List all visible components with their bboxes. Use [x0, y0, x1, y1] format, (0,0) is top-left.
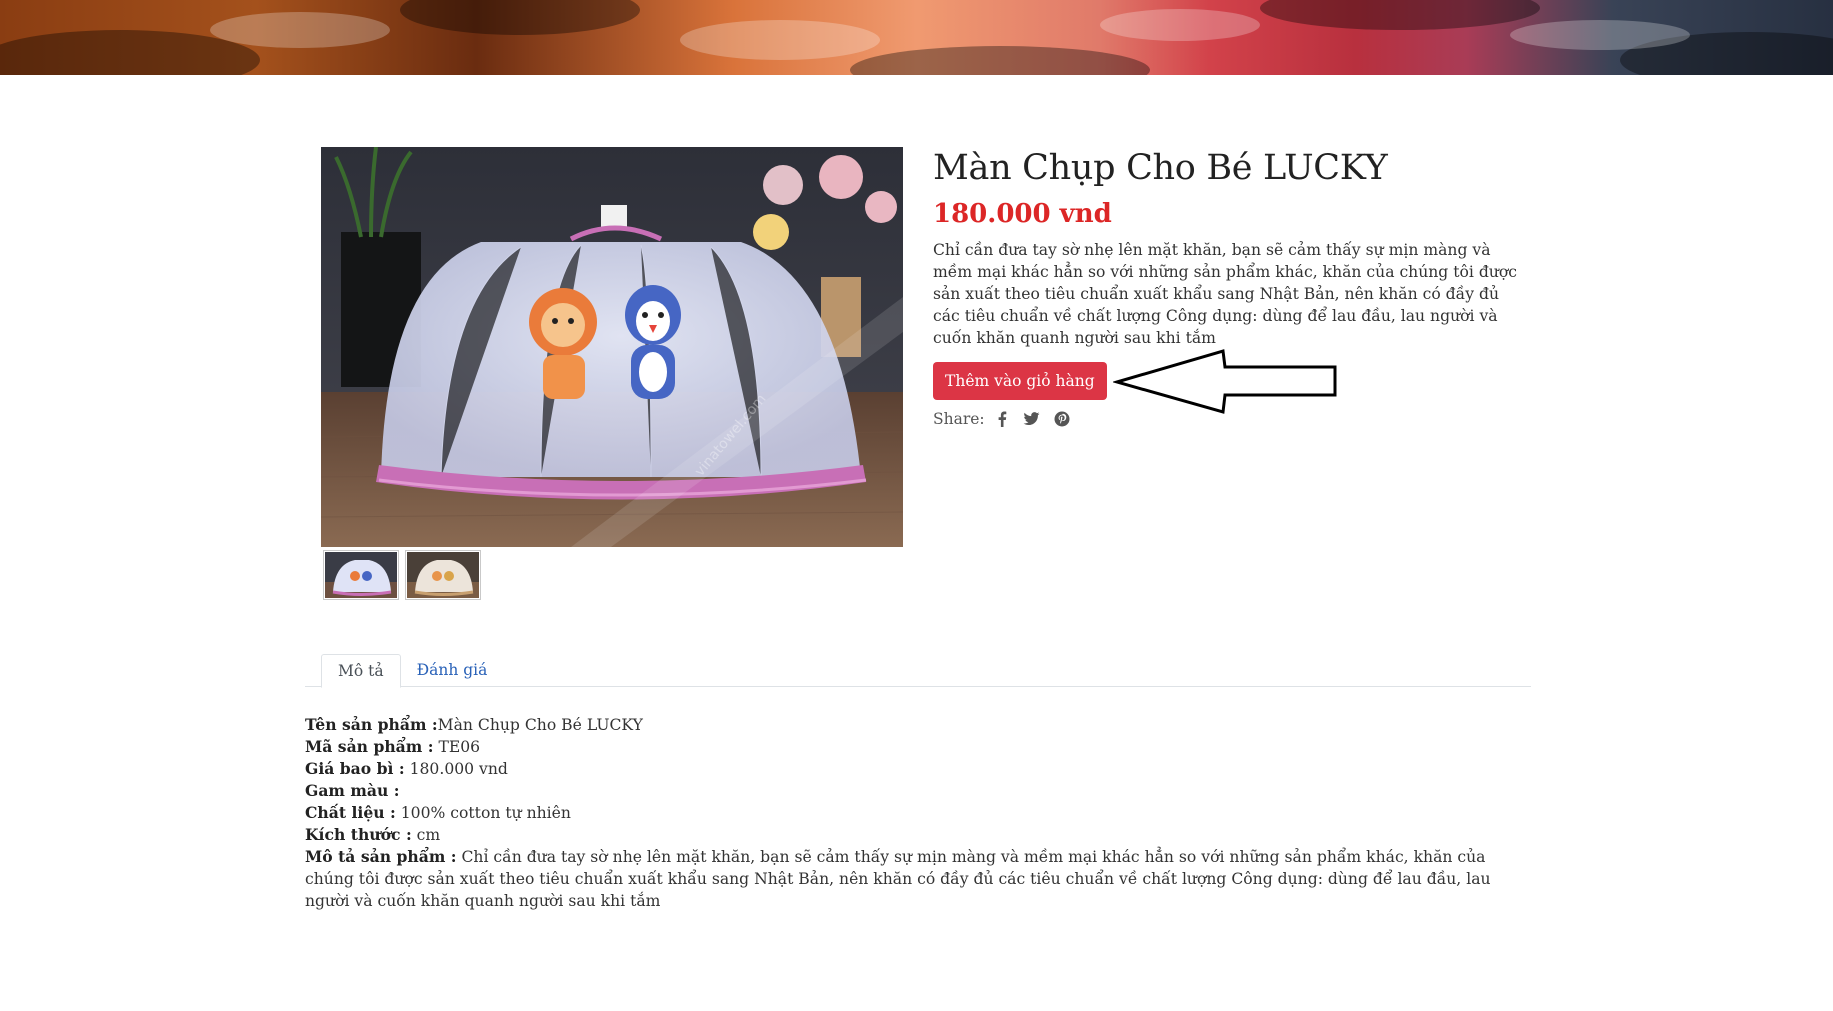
share-label: Share: [933, 410, 985, 428]
detail-label: Mô tả sản phẩm : [305, 847, 457, 866]
facebook-icon[interactable] [993, 410, 1011, 428]
detail-row-color: Gam màu : [305, 780, 1531, 802]
tab-description[interactable]: Mô tả [321, 654, 401, 688]
arrow-left-icon [1113, 349, 1337, 414]
detail-row-size: Kích thước : cm [305, 824, 1531, 846]
detail-label: Kích thước : [305, 825, 412, 844]
detail-value: Chỉ cần đưa tay sờ nhẹ lên mặt khăn, bạn… [305, 848, 1491, 910]
product-title: Màn Chụp Cho Bé LUCKY [933, 148, 1388, 188]
detail-row-material: Chất liệu : 100% cotton tự nhiên [305, 802, 1531, 824]
detail-value: Màn Chụp Cho Bé LUCKY [437, 716, 643, 734]
cart-row: Thêm vào giỏ hàng [933, 349, 1518, 414]
product-short-description: Chỉ cần đưa tay sờ nhẹ lên mặt khăn, bạn… [933, 241, 1517, 347]
detail-row-description: Mô tả sản phẩm : Chỉ cần đưa tay sờ nhẹ … [305, 846, 1531, 912]
product-price: 180.000 vnd [933, 199, 1112, 229]
product-main-image[interactable]: vinatowel.com [321, 147, 903, 547]
detail-row-pack-price: Giá bao bì : 180.000 vnd [305, 758, 1531, 780]
detail-value: cm [416, 826, 441, 844]
tab-bar: Mô tả Đánh giá [305, 654, 1531, 688]
detail-value: 100% cotton tự nhiên [400, 804, 571, 822]
detail-value: 180.000 vnd [409, 760, 508, 778]
header-banner [0, 0, 1833, 75]
thumbnail-2[interactable] [405, 550, 481, 600]
product-gallery: vinatowel.com [321, 147, 903, 600]
add-to-cart-button[interactable]: Thêm vào giỏ hàng [933, 362, 1107, 400]
twitter-icon[interactable] [1023, 410, 1041, 428]
detail-label: Mã sản phẩm : [305, 737, 434, 756]
product-info: Màn Chụp Cho Bé LUCKY 180.000 vnd Chỉ cầ… [933, 146, 1518, 428]
detail-row-code: Mã sản phẩm : TE06 [305, 736, 1531, 758]
product-details: Tên sản phẩm :Màn Chụp Cho Bé LUCKY Mã s… [305, 714, 1531, 912]
detail-label: Chất liệu : [305, 803, 396, 822]
detail-value: TE06 [438, 738, 481, 756]
tab-reviews[interactable]: Đánh giá [401, 654, 504, 688]
thumbnail-1[interactable] [323, 550, 399, 600]
pinterest-icon[interactable] [1053, 410, 1071, 428]
detail-label: Giá bao bì : [305, 759, 405, 778]
detail-label: Gam màu : [305, 781, 400, 800]
detail-label: Tên sản phẩm : [305, 715, 438, 734]
detail-row-name: Tên sản phẩm :Màn Chụp Cho Bé LUCKY [305, 714, 1531, 736]
thumbnail-strip [321, 550, 903, 600]
